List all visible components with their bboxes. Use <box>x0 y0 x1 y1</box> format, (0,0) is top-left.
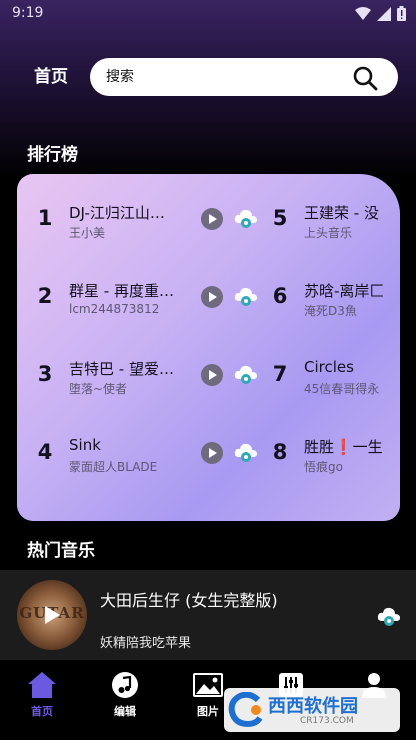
rank-number: 4 <box>37 440 53 464</box>
search-icon[interactable] <box>352 65 378 91</box>
search-bar[interactable] <box>90 58 398 96</box>
play-button[interactable] <box>201 442 223 464</box>
rank-item[interactable]: 2 群星 - 再度重… lcm244873812 <box>33 274 273 324</box>
rank-artist: 淹死D3魚 <box>304 304 357 318</box>
rank-item[interactable]: 7 Circles 45信春哥得永 <box>268 352 398 402</box>
rank-song-title: 吉特巴 - 望爱… <box>69 360 174 378</box>
album-art[interactable]: GUTAR <box>17 580 87 650</box>
cloud-download-icon[interactable] <box>233 283 259 309</box>
status-bar: 9:19 <box>0 0 416 28</box>
play-icon[interactable] <box>44 606 60 624</box>
home-icon <box>28 672 56 698</box>
play-button[interactable] <box>201 286 223 308</box>
cloud-download-icon[interactable] <box>233 439 259 465</box>
rank-number: 5 <box>272 206 288 230</box>
battery-icon <box>397 6 406 21</box>
play-button[interactable] <box>201 364 223 386</box>
wifi-icon <box>355 6 371 20</box>
rank-song-title: 胜胜❗一生 <box>304 438 383 456</box>
play-icon <box>209 448 217 458</box>
status-icons <box>355 6 406 21</box>
ranking-card: 1 DJ-江归江山… 王小美 2 群星 - 再度重… lcm244873812 … <box>17 174 400 521</box>
status-time: 9:19 <box>12 5 44 21</box>
play-button[interactable] <box>201 208 223 230</box>
search-input[interactable] <box>106 66 346 88</box>
cloud-download-icon[interactable] <box>233 361 259 387</box>
rank-song-title: Sink <box>69 436 101 454</box>
rank-item[interactable]: 6 苏晗-离岸匚 淹死D3魚 <box>268 274 398 324</box>
nav-item-home[interactable]: 首页 <box>12 670 72 719</box>
ranking-section-title: 排行榜 <box>27 145 78 165</box>
image-icon <box>193 673 223 697</box>
music-note-icon <box>112 672 138 698</box>
rank-artist: 上头音乐 <box>304 226 353 240</box>
nav-label: 首页 <box>31 705 53 718</box>
rank-number: 6 <box>272 284 288 308</box>
rank-song-title: 王建荣 - 没 <box>304 204 379 222</box>
watermark-logo-icon <box>228 692 263 728</box>
play-icon <box>209 370 217 380</box>
rank-number: 7 <box>272 362 288 386</box>
rank-artist: 悟痕go <box>304 460 343 474</box>
signal-icon <box>377 6 391 21</box>
rank-item[interactable]: 3 吉特巴 - 望爱… 堕落~使者 <box>33 352 273 402</box>
rank-artist: 堕落~使者 <box>69 382 128 396</box>
watermark-text: 西西软件园 <box>268 696 358 717</box>
now-playing-title: 大田后生仔 (女生完整版) <box>100 591 278 610</box>
rank-song-title: 群星 - 再度重… <box>69 282 174 300</box>
watermark: 西西软件园 CR173.COM <box>224 688 400 732</box>
rank-artist: 45信春哥得永 <box>304 382 380 396</box>
rank-item[interactable]: 8 胜胜❗一生 悟痕go <box>268 430 398 480</box>
play-icon <box>209 292 217 302</box>
watermark-subtext: CR173.COM <box>300 716 354 726</box>
rank-item[interactable]: 5 王建荣 - 没 上头音乐 <box>268 196 398 246</box>
rank-song-title: DJ-江归江山… <box>69 204 165 222</box>
rank-number: 2 <box>37 284 53 308</box>
rank-artist: 王小美 <box>69 226 106 240</box>
hot-music-section-title: 热门音乐 <box>27 541 95 561</box>
page-title: 首页 <box>34 67 68 87</box>
rank-song-title: Circles <box>304 358 354 376</box>
nav-label: 编辑 <box>114 705 136 718</box>
play-icon <box>209 214 217 224</box>
now-playing-artist: 妖精陪我吃苹果 <box>100 636 192 651</box>
now-playing-bar[interactable]: GUTAR 大田后生仔 (女生完整版) 妖精陪我吃苹果 <box>0 570 416 660</box>
rank-number: 1 <box>37 206 53 230</box>
rank-number: 3 <box>37 362 53 386</box>
rank-number: 8 <box>272 440 288 464</box>
cloud-download-icon[interactable] <box>376 603 402 629</box>
rank-artist: lcm244873812 <box>69 302 160 316</box>
rank-artist: 蒙面超人BLADE <box>69 460 158 474</box>
rank-song-title: 苏晗-离岸匚 <box>304 282 384 300</box>
rank-item[interactable]: 1 DJ-江归江山… 王小美 <box>33 196 273 246</box>
nav-item-edit[interactable]: 编辑 <box>95 670 155 719</box>
rank-item[interactable]: 4 Sink 蒙面超人BLADE <box>33 430 273 480</box>
cloud-download-icon[interactable] <box>233 205 259 231</box>
